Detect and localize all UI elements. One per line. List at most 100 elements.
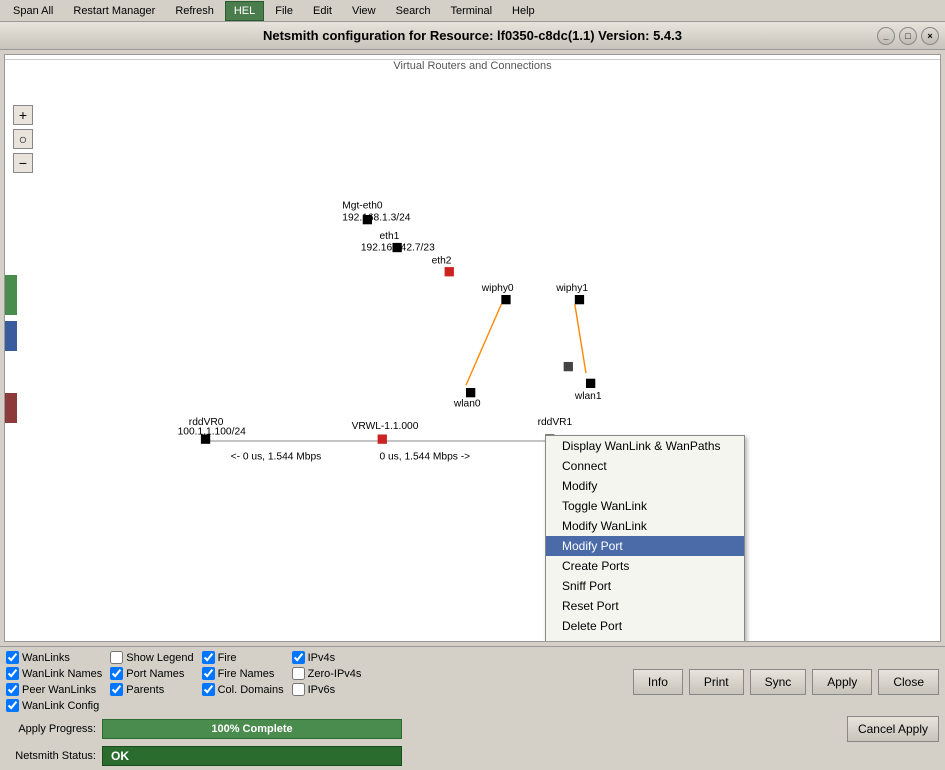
network-svg: Mgt-eth0 192.168.1.3/24 eth1 192.168.42.…	[5, 55, 940, 641]
ctx-delete-wanlink[interactable]: Delete WanLink	[546, 636, 744, 642]
ctx-modify-wanlink[interactable]: Modify WanLink	[546, 516, 744, 536]
status-text: OK	[111, 749, 129, 763]
cb-ipv4s-label: IPv4s	[308, 652, 336, 664]
ctx-delete-port[interactable]: Delete Port	[546, 616, 744, 636]
label-eth1: eth1	[379, 231, 399, 242]
cb-zero-ipv4s: Zero-IPv4s	[292, 667, 362, 680]
cb-wanlinks-label: WanLinks	[22, 652, 70, 664]
menu-span-all[interactable]: Span All	[4, 1, 62, 21]
cb-wanlinks: WanLinks	[6, 651, 102, 664]
cb-fire-names-input[interactable]	[202, 667, 215, 680]
action-buttons: Info Print Sync Apply Close	[633, 651, 939, 712]
maximize-button[interactable]: □	[899, 27, 917, 45]
label-rddVR1: rddVR1	[538, 417, 573, 428]
close-button[interactable]: ×	[921, 27, 939, 45]
cb-col-domains-input[interactable]	[202, 683, 215, 696]
cb-wanlink-names-label: WanLink Names	[22, 668, 102, 680]
menu-restart-manager[interactable]: Restart Manager	[64, 1, 164, 21]
close-button[interactable]: Close	[878, 669, 939, 695]
progress-bar: 100% Complete	[102, 719, 402, 739]
cb-zero-ipv4s-input[interactable]	[292, 667, 305, 680]
cb-col-domains-label: Col. Domains	[218, 684, 284, 696]
node-wiphy0	[501, 295, 510, 304]
label-wlan0: wlan0	[453, 399, 481, 410]
cb-ipv6s: IPv6s	[292, 683, 362, 696]
ctx-toggle-wanlink[interactable]: Toggle WanLink	[546, 496, 744, 516]
node-wlan1-dot	[564, 362, 573, 371]
cb-ipv6s-label: IPv6s	[308, 684, 336, 696]
cb-wanlink-config: WanLink Config	[6, 699, 102, 712]
menu-terminal[interactable]: Terminal	[441, 1, 501, 21]
cancel-apply-button[interactable]: Cancel Apply	[847, 716, 939, 742]
menu-refresh[interactable]: Refresh	[166, 1, 223, 21]
ctx-reset-port[interactable]: Reset Port	[546, 596, 744, 616]
cb-wanlinks-input[interactable]	[6, 651, 19, 664]
link-label-left: <- 0 us, 1.544 Mbps	[231, 452, 322, 463]
cb-peer-wanlinks-label: Peer WanLinks	[22, 684, 96, 696]
cb-show-legend: Show Legend	[110, 651, 193, 664]
cb-peer-wanlinks: Peer WanLinks	[6, 683, 102, 696]
cb-parents-input[interactable]	[110, 683, 123, 696]
cb-fire-label: Fire	[218, 652, 237, 664]
cb-fire-names: Fire Names	[202, 667, 284, 680]
cb-wanlink-config-label: WanLink Config	[22, 700, 99, 712]
node-eth2	[445, 267, 454, 276]
info-button[interactable]: Info	[633, 669, 683, 695]
cb-wanlink-names-input[interactable]	[6, 667, 19, 680]
cb-ipv4s-input[interactable]	[292, 651, 305, 664]
cb-fire: Fire	[202, 651, 284, 664]
label-mgt-eth0: Mgt-eth0	[342, 200, 383, 211]
menu-edit[interactable]: Edit	[304, 1, 341, 21]
cb-show-legend-input[interactable]	[110, 651, 123, 664]
network-canvas-area[interactable]: Virtual Routers and Connections + ○ − Mg…	[4, 54, 941, 642]
ctx-sniff-port[interactable]: Sniff Port	[546, 576, 744, 596]
label-wlan1: wlan1	[574, 391, 602, 402]
menu-search[interactable]: Search	[387, 1, 440, 21]
menu-hel[interactable]: HEL	[225, 1, 264, 21]
ctx-modify-port[interactable]: Modify Port	[546, 536, 744, 556]
cb-port-names-input[interactable]	[110, 667, 123, 680]
cb-parents: Parents	[110, 683, 193, 696]
cb-ipv4s: IPv4s	[292, 651, 362, 664]
menu-bar: Span All Restart Manager Refresh HEL Fil…	[0, 0, 945, 22]
label-vrwl: VRWL-1.1.000	[352, 421, 419, 432]
cb-parents-label: Parents	[126, 684, 164, 696]
label-eth1-ip: 192.168.42.7/23	[361, 242, 435, 253]
ctx-display-wanlink[interactable]: Display WanLink & WanPaths	[546, 436, 744, 456]
title-bar-buttons: _ □ ×	[877, 27, 939, 45]
spacer	[369, 651, 624, 712]
cb-ipv6s-input[interactable]	[292, 683, 305, 696]
link-wiphy1-wlan1	[575, 304, 586, 373]
minimize-button[interactable]: _	[877, 27, 895, 45]
apply-button[interactable]: Apply	[812, 669, 872, 695]
status-row: Netsmith Status: OK	[6, 746, 939, 766]
menu-file[interactable]: File	[266, 1, 302, 21]
status-value: OK	[102, 746, 402, 766]
ctx-create-ports[interactable]: Create Ports	[546, 556, 744, 576]
progress-row: Apply Progress: 100% Complete Cancel App…	[6, 716, 939, 742]
cb-zero-ipv4s-label: Zero-IPv4s	[308, 668, 362, 680]
bottom-controls: WanLinks WanLink Names Peer WanLinks Wan…	[0, 646, 945, 770]
label-wiphy1: wiphy1	[555, 283, 588, 294]
node-wiphy1	[575, 295, 584, 304]
checkbox-col1: WanLinks WanLink Names Peer WanLinks Wan…	[6, 651, 102, 712]
checkbox-col3: Fire Fire Names Col. Domains	[202, 651, 284, 712]
cb-show-legend-label: Show Legend	[126, 652, 193, 664]
window-title: Netsmith configuration for Resource: lf0…	[263, 28, 682, 43]
progress-label: Apply Progress:	[6, 723, 96, 735]
cb-wanlink-config-input[interactable]	[6, 699, 19, 712]
menu-help[interactable]: Help	[503, 1, 544, 21]
progress-bar-text: 100% Complete	[211, 723, 292, 735]
cb-fire-input[interactable]	[202, 651, 215, 664]
ctx-connect[interactable]: Connect	[546, 456, 744, 476]
ctx-modify[interactable]: Modify	[546, 476, 744, 496]
cb-peer-wanlinks-input[interactable]	[6, 683, 19, 696]
link-wiphy0-wlan0	[466, 304, 501, 385]
label-mgt-eth0-ip: 192.168.1.3/24	[342, 213, 411, 224]
sync-button[interactable]: Sync	[750, 669, 807, 695]
menu-view[interactable]: View	[343, 1, 385, 21]
status-label: Netsmith Status:	[6, 750, 96, 762]
node-vrwl	[378, 435, 387, 444]
main-window: Virtual Routers and Connections + ○ − Mg…	[0, 50, 945, 770]
print-button[interactable]: Print	[689, 669, 744, 695]
